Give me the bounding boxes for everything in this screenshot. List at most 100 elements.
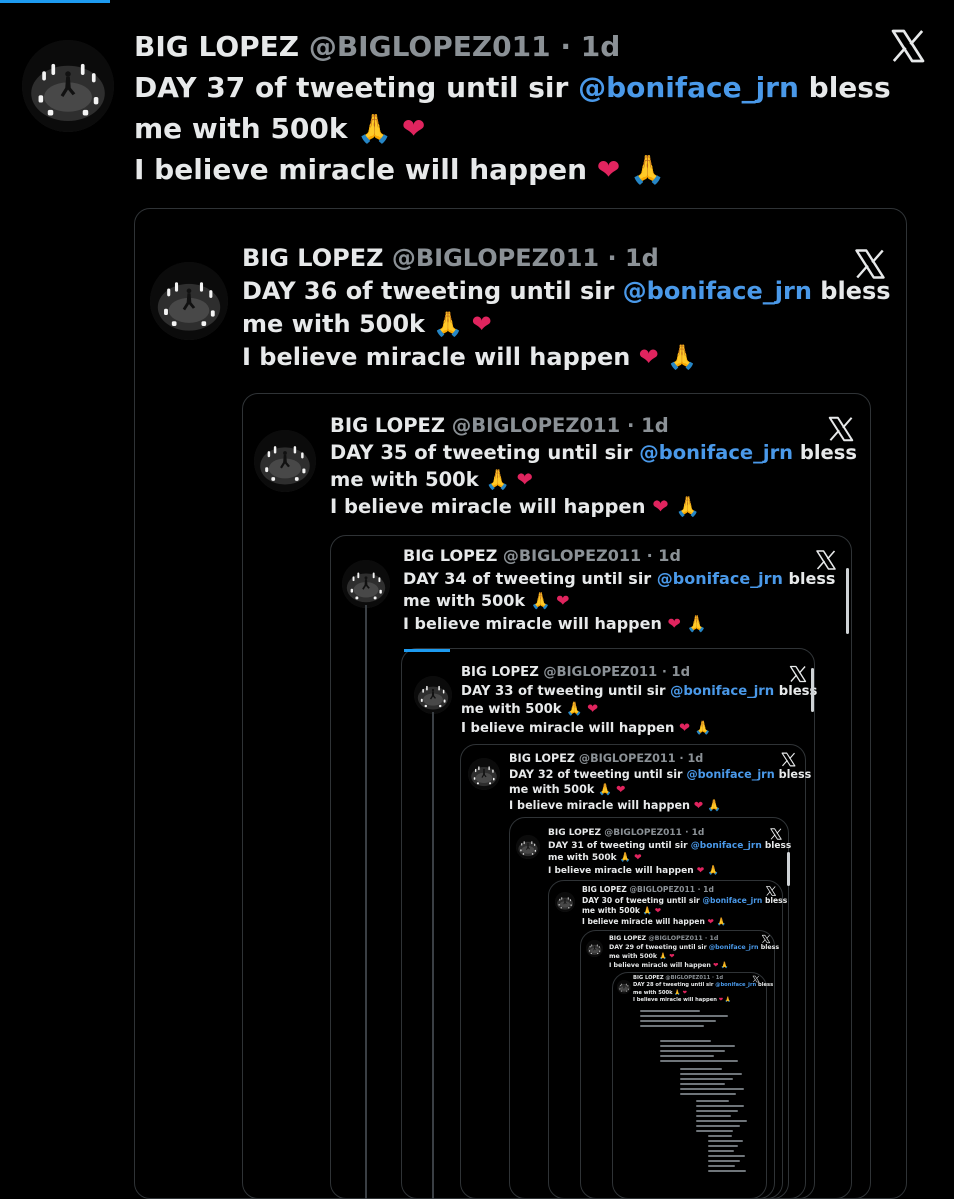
profile-avatar[interactable]	[254, 430, 316, 492]
nested-tweet-preview	[708, 1135, 748, 1175]
mention-link[interactable]: @boniface_jrn	[578, 71, 799, 104]
display-name[interactable]: BIG LOPEZ	[582, 885, 627, 894]
tweet-header: BIG LOPEZ @BIGLOPEZ011 · 1d	[242, 242, 659, 275]
profile-avatar[interactable]	[586, 940, 603, 957]
tweet-line-3-text: I believe miracle will happen	[509, 798, 691, 812]
display-name[interactable]: BIG LOPEZ	[403, 546, 497, 565]
x-logo-icon[interactable]	[826, 414, 856, 444]
tweet-line-3: I believe miracle will happen ❤ 🙏	[242, 341, 891, 374]
heart-emoji: ❤	[718, 996, 724, 1003]
tweet-line-3: I believe miracle will happen ❤ 🙏	[548, 865, 791, 878]
mention-link[interactable]: @boniface_jrn	[639, 441, 793, 464]
mention-link[interactable]: @boniface_jrn	[702, 896, 762, 905]
tweet-line-2: me with 500k 🙏 ❤	[242, 308, 891, 341]
pray-emoji: 🙏	[707, 865, 719, 876]
text-scribble	[708, 1145, 738, 1147]
mention-link[interactable]: @boniface_jrn	[657, 569, 783, 588]
tweet-line-2: me with 500k 🙏 ❤	[609, 952, 779, 961]
display-name[interactable]: BIG LOPEZ	[509, 752, 575, 765]
display-name[interactable]: BIG LOPEZ	[548, 828, 601, 838]
user-handle[interactable]: @BIGLOPEZ011 · 1d	[392, 244, 659, 272]
x-logo-icon[interactable]	[888, 26, 928, 66]
heart-emoji: ❤	[616, 783, 626, 796]
nested-tweet-preview	[680, 1068, 750, 1098]
user-handle[interactable]: @BIGLOPEZ011 · 1d	[579, 752, 703, 765]
profile-avatar[interactable]	[342, 560, 390, 608]
pray-emoji: 🙏	[686, 613, 707, 633]
profile-avatar[interactable]	[516, 835, 540, 859]
user-handle[interactable]: @BIGLOPEZ011 · 1d	[452, 414, 669, 437]
tweet-line-2-text: me with 500k	[330, 468, 479, 491]
user-handle[interactable]: @BIGLOPEZ011 · 1d	[665, 975, 723, 981]
profile-avatar[interactable]	[414, 676, 452, 714]
pray-emoji: 🙏	[433, 310, 464, 338]
tweet-line-2: me with 500k 🙏 ❤	[548, 852, 791, 865]
tweet-line-2: me with 500k 🙏 ❤	[582, 906, 787, 917]
x-logo-icon[interactable]	[752, 975, 760, 983]
user-handle[interactable]: @BIGLOPEZ011 · 1d	[503, 546, 681, 565]
x-logo-icon[interactable]	[769, 827, 783, 841]
text-scribble	[708, 1155, 745, 1157]
text-scribble	[640, 1025, 704, 1027]
mention-link[interactable]: @boniface_jrn	[709, 944, 759, 951]
display-name[interactable]: BIG LOPEZ	[134, 30, 299, 63]
profile-avatar[interactable]	[468, 758, 500, 790]
profile-avatar[interactable]	[555, 892, 575, 912]
mention-link[interactable]: @boniface_jrn	[670, 684, 774, 699]
tweet-line-2: me with 500k 🙏 ❤	[134, 108, 891, 149]
heart-emoji: ❤	[652, 495, 669, 518]
x-logo-icon[interactable]	[761, 934, 771, 944]
tweet-line-3: I believe miracle will happen ❤ 🙏	[134, 149, 891, 190]
x-logo-icon[interactable]	[780, 751, 797, 768]
x-logo-icon[interactable]	[814, 548, 838, 572]
tweet-line-2: me with 500k 🙏 ❤	[461, 701, 817, 720]
user-handle[interactable]: @BIGLOPEZ011 · 1d	[629, 885, 713, 894]
display-name[interactable]: BIG LOPEZ	[633, 975, 664, 981]
tweet-text: DAY 37 of tweeting until sir @boniface_j…	[134, 67, 891, 190]
tweet-line-2-text: me with 500k	[633, 989, 673, 996]
pray-emoji: 🙏	[485, 468, 510, 491]
tweet-header: BIG LOPEZ @BIGLOPEZ011 · 1d	[509, 751, 703, 767]
tweet-line-1: DAY 32 of tweeting until sir @boniface_j…	[509, 767, 811, 783]
display-name[interactable]: BIG LOPEZ	[609, 935, 646, 942]
display-name[interactable]: BIG LOPEZ	[242, 244, 384, 272]
tweet-line-1: DAY 36 of tweeting until sir @boniface_j…	[242, 275, 891, 308]
nested-tweet-preview	[696, 1100, 751, 1135]
mention-link[interactable]: @boniface_jrn	[623, 277, 812, 305]
text-scribble	[680, 1078, 733, 1080]
x-logo-icon[interactable]	[788, 664, 808, 684]
tweet-line-1-end: bless	[756, 982, 774, 989]
text-scribble	[708, 1135, 732, 1137]
user-handle[interactable]: @BIGLOPEZ011 · 1d	[648, 935, 718, 942]
x-logo-icon[interactable]	[852, 246, 888, 282]
user-handle[interactable]: @BIGLOPEZ011 · 1d	[543, 665, 690, 680]
heart-emoji: ❤	[693, 798, 704, 812]
tweet-line-2-text: me with 500k	[609, 953, 658, 960]
heart-emoji: ❤	[638, 343, 659, 371]
text-scribble	[640, 1020, 716, 1022]
scroll-indicator	[404, 649, 450, 652]
text-scribble	[708, 1170, 746, 1172]
tweet-line-3-text: I believe miracle will happen	[582, 916, 705, 926]
tweet-line-2-text: me with 500k	[461, 702, 562, 717]
profile-avatar[interactable]	[22, 40, 114, 132]
mention-link[interactable]: @boniface_jrn	[715, 982, 756, 988]
tweet-line-1: DAY 29 of tweeting until sir @boniface_j…	[609, 943, 779, 952]
profile-avatar[interactable]	[617, 980, 631, 994]
x-logo-icon[interactable]	[765, 885, 777, 897]
tweet-header: BIG LOPEZ @BIGLOPEZ011 · 1d	[403, 545, 681, 568]
user-handle[interactable]: @BIGLOPEZ011 · 1d	[309, 30, 620, 63]
tweet-line-1: DAY 35 of tweeting until sir @boniface_j…	[330, 439, 857, 466]
user-handle[interactable]: @BIGLOPEZ011 · 1d	[604, 828, 704, 838]
text-scribble	[696, 1115, 731, 1117]
text-scribble	[660, 1055, 714, 1057]
pray-emoji: 🙏	[716, 916, 727, 926]
mention-link[interactable]: @boniface_jrn	[691, 841, 762, 851]
display-name[interactable]: BIG LOPEZ	[330, 414, 445, 437]
profile-avatar[interactable]	[150, 262, 228, 340]
display-name[interactable]: BIG LOPEZ	[461, 665, 539, 680]
tweet-text: DAY 34 of tweeting until sir @boniface_j…	[403, 568, 835, 636]
mention-link[interactable]: @boniface_jrn	[686, 768, 774, 781]
tweet-line-1-end: bless	[798, 71, 891, 104]
tweet-line-1-text: DAY 32 of tweeting until sir	[509, 767, 687, 781]
